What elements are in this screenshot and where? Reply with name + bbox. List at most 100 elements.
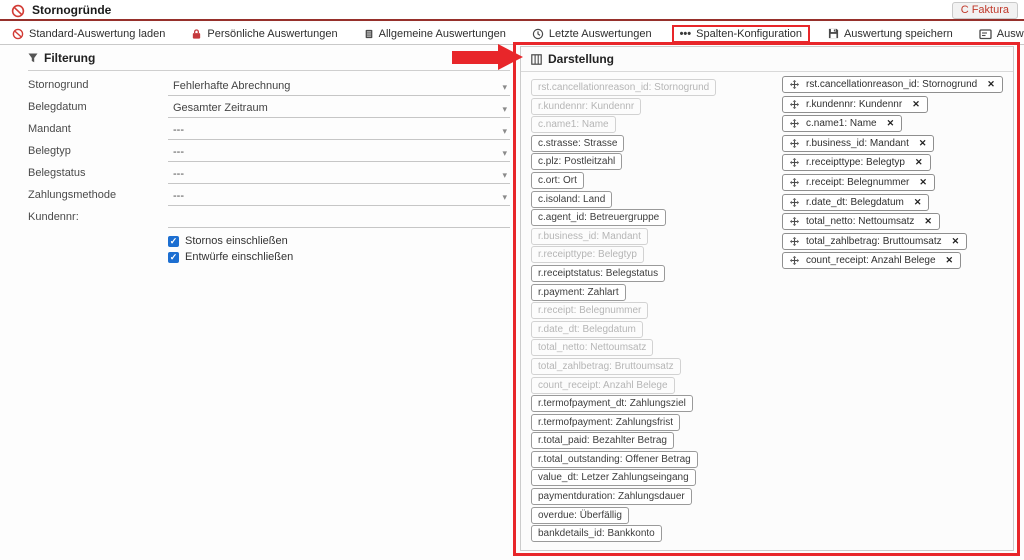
available-column-chip: total_zahlbetrag: Bruttoumsatz [531, 358, 681, 375]
column-chip-label: bankdetails_id: Bankkonto [538, 528, 655, 539]
checkbox-checked-icon[interactable]: ✓ [168, 252, 179, 263]
remove-column-icon[interactable]: ✕ [887, 118, 895, 129]
column-chip-label: c.name1: Name [806, 118, 877, 129]
selected-column-chip[interactable]: c.name1: Name ✕ [782, 115, 902, 132]
column-chip-label: r.termofpayment_dt: Zahlungsziel [538, 398, 686, 409]
remove-column-icon[interactable]: ✕ [924, 216, 932, 227]
available-column-chip: r.receipt: Belegnummer [531, 302, 648, 319]
column-chip-label: rst.cancellationreason_id: Stornogrund [806, 79, 977, 90]
mandant-select[interactable]: --- ▾ [168, 118, 510, 140]
stornogrund-select[interactable]: Fehlerhafte Abrechnung ▾ [168, 74, 510, 96]
cancel-circle-icon [12, 28, 24, 40]
remove-column-icon[interactable]: ✕ [915, 157, 923, 168]
available-column-chip[interactable]: r.termofpayment_dt: Zahlungsziel [531, 395, 693, 412]
remove-column-icon[interactable]: ✕ [912, 99, 920, 110]
move-icon[interactable] [790, 100, 799, 109]
move-icon[interactable] [790, 178, 799, 187]
remove-column-icon[interactable]: ✕ [952, 236, 960, 247]
ellipsis-icon: ••• [680, 29, 692, 39]
checkbox-stornos-einschliessen[interactable]: ✓ Stornos einschließen [168, 233, 510, 249]
remove-column-icon[interactable]: ✕ [919, 138, 927, 149]
selected-column-chip[interactable]: r.kundennr: Kundennr ✕ [782, 96, 928, 113]
move-icon[interactable] [790, 217, 799, 226]
filter-panel: Filterung Stornogrund Fehlerhafte Abrech… [28, 51, 510, 265]
move-icon[interactable] [790, 158, 799, 167]
filter-panel-header: Filterung [28, 51, 510, 71]
available-column-chip: r.date_dt: Belegdatum [531, 321, 643, 338]
belegtyp-select[interactable]: --- ▾ [168, 140, 510, 162]
selected-column-chip[interactable]: r.date_dt: Belegdatum ✕ [782, 194, 929, 211]
remove-column-icon[interactable]: ✕ [919, 177, 927, 188]
checkbox-entwuerfe-einschliessen[interactable]: ✓ Entwürfe einschließen [168, 249, 510, 265]
personal-reports-button[interactable]: Persönliche Auswertungen [191, 28, 337, 40]
available-column-chip[interactable]: overdue: Überfällig [531, 507, 629, 524]
filter-label: Belegdatum [28, 96, 168, 118]
move-icon[interactable] [790, 237, 799, 246]
available-column-chip[interactable]: r.termofpayment: Zahlungsfrist [531, 414, 680, 431]
column-configuration-button[interactable]: ••• Spalten-Konfiguration [672, 25, 810, 43]
move-icon[interactable] [790, 198, 799, 207]
available-column-chip[interactable]: c.ort: Ort [531, 172, 584, 189]
filter-label: Mandant [28, 118, 168, 140]
column-chip-label: total_zahlbetrag: Bruttoumsatz [806, 236, 942, 247]
available-column-chip[interactable]: r.receiptstatus: Belegstatus [531, 265, 665, 282]
column-chip-label: paymentduration: Zahlungsdauer [538, 491, 685, 502]
remove-column-icon[interactable]: ✕ [987, 79, 995, 90]
zahlungsmethode-select[interactable]: --- ▾ [168, 184, 510, 206]
chevron-down-icon: ▾ [502, 148, 507, 159]
move-icon[interactable] [790, 256, 799, 265]
selected-column-chip[interactable]: r.receipttype: Belegtyp ✕ [782, 154, 931, 171]
column-chip-label: total_netto: Nettoumsatz [538, 342, 646, 353]
faktura-app-button[interactable]: C Faktura [952, 2, 1018, 19]
move-icon[interactable] [790, 80, 799, 89]
lock-icon [191, 28, 202, 40]
available-column-chip: r.business_id: Mandant [531, 228, 648, 245]
reports-management-button[interactable]: Auswertungen-Verwaltung [979, 28, 1024, 40]
checkbox-checked-icon[interactable]: ✓ [168, 236, 179, 247]
column-chip-label: r.termofpayment: Zahlungsfrist [538, 417, 673, 428]
available-column-chip[interactable]: value_dt: Letzer Zahlungseingang [531, 469, 696, 486]
filter-funnel-icon [28, 53, 38, 63]
selected-column-chip[interactable]: r.business_id: Mandant ✕ [782, 135, 934, 152]
column-chip-label: c.agent_id: Betreuergruppe [538, 212, 659, 223]
save-icon [828, 28, 839, 39]
selected-column-chip[interactable]: total_netto: Nettoumsatz ✕ [782, 213, 940, 230]
chevron-down-icon: ▾ [502, 82, 507, 93]
filter-label: Kundennr: [28, 206, 168, 228]
page-title: Stornogründe [32, 3, 111, 17]
belegstatus-select[interactable]: --- ▾ [168, 162, 510, 184]
selected-column-chip[interactable]: total_zahlbetrag: Bruttoumsatz ✕ [782, 233, 967, 250]
save-report-button[interactable]: Auswertung speichern [828, 28, 953, 40]
remove-column-icon[interactable]: ✕ [914, 197, 922, 208]
kundennr-input[interactable] [168, 207, 510, 228]
chevron-down-icon: ▾ [502, 104, 507, 115]
available-column-chip[interactable]: paymentduration: Zahlungsdauer [531, 488, 692, 505]
general-reports-button[interactable]: Allgemeine Auswertungen [364, 28, 506, 40]
selected-column-chip[interactable]: count_receipt: Anzahl Belege ✕ [782, 252, 961, 269]
available-column-chip[interactable]: c.plz: Postleitzahl [531, 153, 622, 170]
available-column-chip[interactable]: r.payment: Zahlart [531, 284, 626, 301]
column-chip-label: r.receiptstatus: Belegstatus [538, 268, 658, 279]
column-chip-label: c.isoland: Land [538, 194, 605, 205]
display-panel-title: Darstellung [548, 52, 614, 66]
available-column-chip[interactable]: c.isoland: Land [531, 191, 612, 208]
recent-reports-button[interactable]: Letzte Auswertungen [532, 28, 652, 40]
column-chip-label: r.kundennr: Kundennr [806, 99, 902, 110]
load-standard-report-button[interactable]: Standard-Auswertung laden [12, 28, 165, 40]
remove-column-icon[interactable]: ✕ [946, 255, 954, 266]
title-bar: Stornogründe C Faktura [0, 0, 1024, 21]
available-column-chip[interactable]: c.strasse: Strasse [531, 135, 624, 152]
available-column-chip[interactable]: bankdetails_id: Bankkonto [531, 525, 662, 542]
selected-column-chip[interactable]: rst.cancellationreason_id: Stornogrund ✕ [782, 76, 1003, 93]
report-icon [364, 28, 374, 40]
available-column-chip[interactable]: c.agent_id: Betreuergruppe [531, 209, 666, 226]
belegdatum-select[interactable]: Gesamter Zeitraum ▾ [168, 96, 510, 118]
available-column-chip[interactable]: r.total_outstanding: Offener Betrag [531, 451, 698, 468]
column-chip-label: r.total_paid: Bezahlter Betrag [538, 435, 667, 446]
move-icon[interactable] [790, 119, 799, 128]
column-chip-label: r.receipt: Belegnummer [806, 177, 909, 188]
filter-row-stornogrund: Stornogrund Fehlerhafte Abrechnung ▾ [28, 74, 510, 96]
available-column-chip[interactable]: r.total_paid: Bezahlter Betrag [531, 432, 674, 449]
selected-column-chip[interactable]: r.receipt: Belegnummer ✕ [782, 174, 935, 191]
move-icon[interactable] [790, 139, 799, 148]
